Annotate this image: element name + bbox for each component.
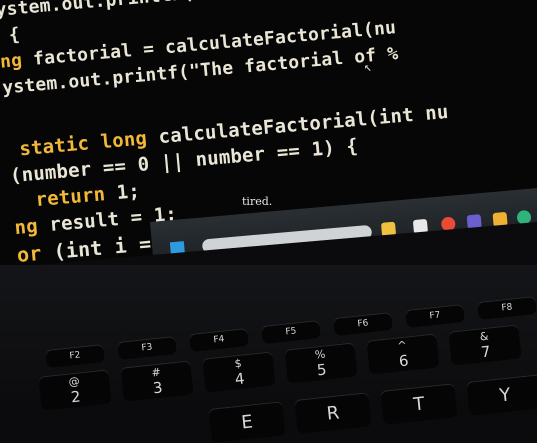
laptop-screen: ystem.out.println("Invalid input. Pl {ng… bbox=[0, 0, 537, 265]
letter-key-r[interactable]: R bbox=[294, 392, 372, 434]
number-key-5[interactable]: % 5 bbox=[284, 342, 358, 384]
fn-key-f2[interactable]: F2 bbox=[45, 344, 105, 368]
code-keyword: ng bbox=[13, 214, 51, 240]
key-main-label: 4 bbox=[233, 369, 246, 388]
taskbar-search-box[interactable] bbox=[201, 224, 373, 254]
key-alt-label: & bbox=[479, 329, 489, 343]
key-main-label: 3 bbox=[151, 378, 164, 397]
tooltip-text: tired. bbox=[242, 195, 273, 208]
code-line: ystem.out.println("Invalid input. Pl bbox=[0, 0, 392, 21]
key-main-label: 2 bbox=[69, 387, 82, 406]
code-keyword: ng bbox=[0, 48, 35, 73]
key-alt-label: $ bbox=[233, 356, 243, 370]
number-key-4[interactable]: $4 bbox=[202, 351, 276, 393]
fn-key-f3[interactable]: F3 bbox=[117, 336, 177, 360]
key-alt-label: % bbox=[314, 347, 326, 362]
code-text: ystem.out.println("Invalid input. Pl bbox=[0, 0, 392, 21]
fn-key-f5[interactable]: F5 bbox=[261, 320, 321, 344]
code-text: { bbox=[7, 23, 21, 46]
windows-start-icon[interactable] bbox=[169, 241, 186, 257]
key-main-label: 5 bbox=[315, 360, 328, 379]
key-alt-label: @ bbox=[67, 374, 81, 389]
mouse-cursor-icon: ↖ bbox=[364, 60, 372, 75]
letter-key-t[interactable]: T bbox=[380, 383, 458, 425]
letter-key-y[interactable]: Y bbox=[466, 374, 537, 416]
number-key-7[interactable]: & 7 bbox=[448, 324, 522, 366]
fn-key-f6[interactable]: F6 bbox=[333, 312, 393, 336]
teams-icon[interactable] bbox=[466, 214, 482, 230]
letter-key-e[interactable]: E bbox=[208, 401, 286, 443]
edge-icon[interactable] bbox=[516, 209, 532, 225]
browser-icon[interactable] bbox=[412, 218, 429, 235]
key-main-label: 6 bbox=[397, 351, 410, 370]
key-main-label: 7 bbox=[479, 342, 492, 361]
key-alt-label: ^ bbox=[396, 338, 408, 352]
key-alt-label: # bbox=[150, 365, 162, 379]
fn-key-f7[interactable]: F7 bbox=[405, 304, 465, 328]
code-text: 1; bbox=[115, 180, 141, 205]
code-line: { bbox=[0, 24, 21, 47]
keyboard: F2 F3 F4 F5 F6 F7 F8 @2 #3 $4% 5 ^ 6 & 7 E R T Y bbox=[0, 265, 537, 443]
number-key-6[interactable]: ^ 6 bbox=[366, 333, 440, 375]
taskbar bbox=[150, 187, 537, 265]
code-keyword: or bbox=[15, 239, 55, 265]
fn-key-f4[interactable]: F4 bbox=[189, 328, 249, 352]
chrome-icon[interactable] bbox=[440, 216, 456, 232]
folder-icon[interactable] bbox=[492, 211, 508, 228]
fn-key-f8[interactable]: F8 bbox=[477, 296, 537, 320]
number-key-3[interactable]: #3 bbox=[120, 360, 194, 402]
file-explorer-icon[interactable] bbox=[380, 221, 397, 237]
number-key-2[interactable]: @2 bbox=[38, 369, 112, 411]
